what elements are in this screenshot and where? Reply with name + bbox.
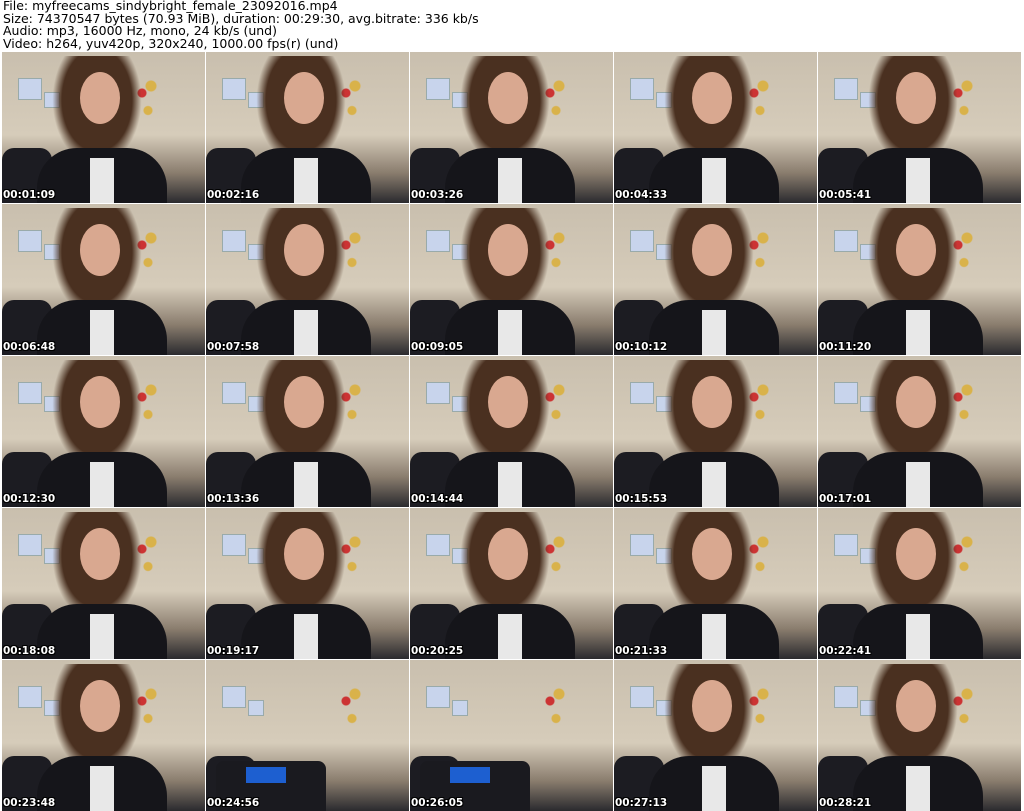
video-thumbnail: 00:06:48 (2, 204, 205, 355)
thumbnail-timestamp: 00:27:13 (615, 797, 668, 809)
video-thumbnail: 00:15:53 (614, 356, 817, 507)
thumbnail-timestamp: 00:06:48 (3, 341, 56, 353)
video-thumbnail: 00:28:21 (818, 660, 1021, 811)
file-info-header: File: myfreecams_sindybright_female_2309… (3, 0, 479, 50)
thumbnail-timestamp: 00:21:33 (615, 645, 668, 657)
thumbnail-timestamp: 00:22:41 (819, 645, 872, 657)
video-thumbnail: 00:09:05 (410, 204, 613, 355)
thumbnail-timestamp: 00:03:26 (411, 189, 464, 201)
video-thumbnail: 00:22:41 (818, 508, 1021, 659)
thumbnail-timestamp: 00:02:16 (207, 189, 260, 201)
thumbnail-timestamp: 00:28:21 (819, 797, 872, 809)
thumbnail-timestamp: 00:14:44 (411, 493, 464, 505)
video-thumbnail: 00:03:26 (410, 52, 613, 203)
video-thumbnail: 00:19:17 (206, 508, 409, 659)
thumbnail-timestamp: 00:26:05 (411, 797, 464, 809)
thumbnail-timestamp: 00:07:58 (207, 341, 260, 353)
video-thumbnail: 00:18:08 (2, 508, 205, 659)
thumbnail-timestamp: 00:01:09 (3, 189, 56, 201)
thumbnail-timestamp: 00:18:08 (3, 645, 56, 657)
video-thumbnail: 00:04:33 (614, 52, 817, 203)
video-thumbnail: 00:01:09 (2, 52, 205, 203)
video-thumbnail: 00:14:44 (410, 356, 613, 507)
video-thumbnail: 00:10:12 (614, 204, 817, 355)
thumbnail-timestamp: 00:17:01 (819, 493, 872, 505)
thumbnail-timestamp: 00:04:33 (615, 189, 668, 201)
thumbnail-timestamp: 00:12:30 (3, 493, 56, 505)
video-thumbnail: 00:27:13 (614, 660, 817, 811)
thumbnail-timestamp: 00:23:48 (3, 797, 56, 809)
video-thumbnail: 00:07:58 (206, 204, 409, 355)
thumbnail-timestamp: 00:13:36 (207, 493, 260, 505)
video-thumbnail: 00:05:41 (818, 52, 1021, 203)
video-line: Video: h264, yuv420p, 320x240, 1000.00 f… (3, 35, 339, 51)
thumbnail-timestamp: 00:09:05 (411, 341, 464, 353)
thumbnail-grid: 00:01:09 00:02:16 00:03:26 00:04:33 00:05:41… (2, 52, 1021, 811)
video-thumbnail: 00:11:20 (818, 204, 1021, 355)
video-thumbnail: 00:23:48 (2, 660, 205, 811)
video-thumbnail: 00:26:05 (410, 660, 613, 811)
thumbnail-timestamp: 00:19:17 (207, 645, 260, 657)
video-thumbnail: 00:13:36 (206, 356, 409, 507)
video-thumbnail: 00:20:25 (410, 508, 613, 659)
thumbnail-timestamp: 00:24:56 (207, 797, 260, 809)
video-thumbnail: 00:02:16 (206, 52, 409, 203)
thumbnail-timestamp: 00:10:12 (615, 341, 668, 353)
video-thumbnail: 00:24:56 (206, 660, 409, 811)
thumbnail-timestamp: 00:15:53 (615, 493, 668, 505)
video-thumbnail: 00:21:33 (614, 508, 817, 659)
video-thumbnail: 00:12:30 (2, 356, 205, 507)
thumbnail-timestamp: 00:20:25 (411, 645, 464, 657)
thumbnail-timestamp: 00:11:20 (819, 341, 872, 353)
thumbnail-timestamp: 00:05:41 (819, 189, 872, 201)
video-thumbnail: 00:17:01 (818, 356, 1021, 507)
